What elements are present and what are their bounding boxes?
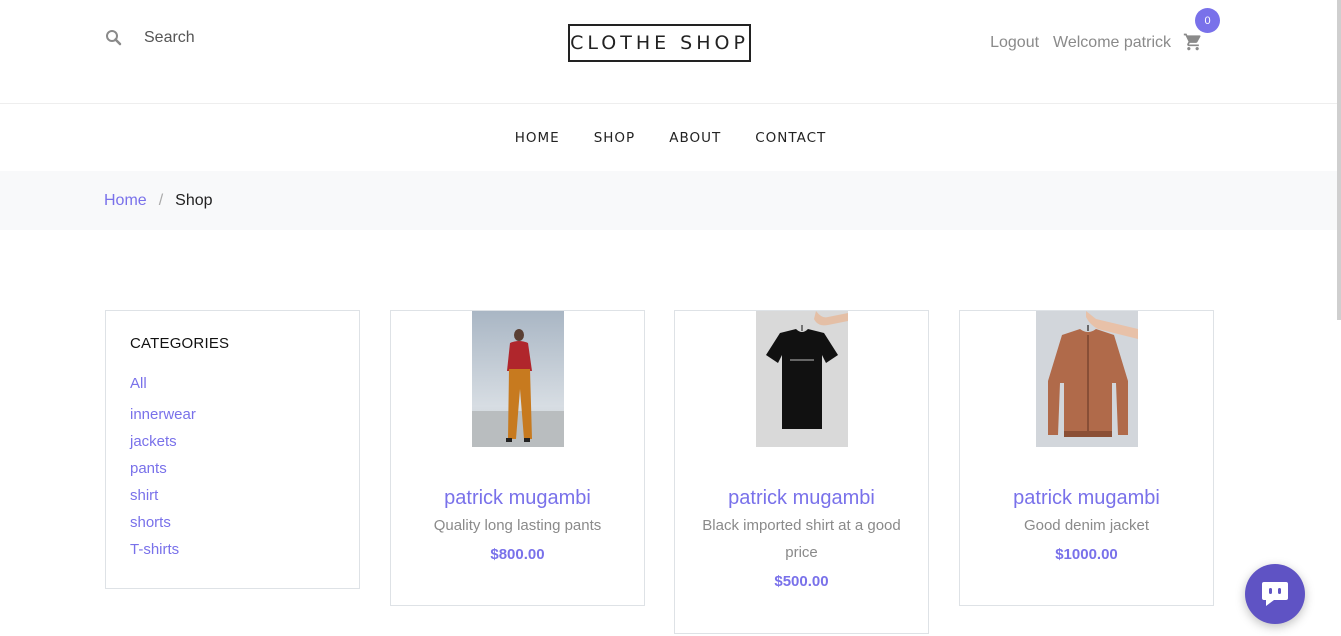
product-price: $500.00 — [774, 573, 829, 590]
product-name[interactable]: patrick mugambi — [391, 487, 644, 510]
site-header: CLOTHE SHOP Logout Welcome patrick 0 — [0, 0, 1341, 104]
categories-list: All innerwear jackets pants shirt shorts… — [130, 370, 335, 563]
search-icon[interactable] — [104, 28, 124, 48]
nav-about[interactable]: ABOUT — [669, 130, 721, 146]
chat-button[interactable] — [1245, 564, 1305, 624]
list-item: innerwear — [130, 401, 335, 428]
category-shorts[interactable]: shorts — [130, 514, 171, 531]
search-input[interactable] — [144, 29, 284, 47]
product-description: Black imported shirt at a good price — [702, 517, 901, 561]
product-price: $800.00 — [490, 546, 545, 563]
product-card: patrick mugambi Quality long lasting pan… — [390, 310, 645, 606]
category-pants[interactable]: pants — [130, 460, 167, 477]
categories-title: CATEGORIES — [130, 335, 230, 352]
product-description: Quality long lasting pants — [433, 517, 602, 534]
product-image-jacket[interactable] — [1035, 311, 1138, 447]
list-item: T-shirts — [130, 536, 335, 563]
categories-panel: CATEGORIES All innerwear jackets pants s… — [105, 310, 360, 589]
product-name[interactable]: patrick mugambi — [960, 487, 1213, 510]
search-bar — [104, 28, 284, 48]
product-price: $1000.00 — [1055, 546, 1118, 563]
logout-link[interactable]: Logout — [990, 34, 1039, 52]
cart-button[interactable]: 0 — [1183, 8, 1220, 54]
category-tshirts[interactable]: T-shirts — [130, 541, 179, 558]
breadcrumb-separator: / — [158, 191, 164, 209]
category-all[interactable]: All — [130, 375, 147, 392]
main-nav: HOME SHOP ABOUT CONTACT — [0, 105, 1341, 171]
welcome-text: Welcome patrick — [1053, 34, 1171, 51]
product-card: patrick mugambi Black imported shirt at … — [674, 310, 929, 634]
product-image-shirt[interactable] — [755, 311, 848, 447]
breadcrumb-current: Shop — [175, 191, 213, 209]
product-description: Good denim jacket — [1023, 517, 1150, 534]
product-name[interactable]: patrick mugambi — [675, 487, 928, 510]
cart-count-badge: 0 — [1195, 8, 1220, 33]
breadcrumb: Home / Shop — [0, 171, 1341, 230]
cart-icon — [1183, 33, 1201, 51]
category-shirt[interactable]: shirt — [130, 487, 158, 504]
product-card: patrick mugambi Good denim jacket $1000.… — [959, 310, 1214, 606]
nav-contact[interactable]: CONTACT — [755, 130, 826, 146]
list-item: shorts — [130, 509, 335, 536]
list-item: All — [130, 370, 335, 397]
nav-home[interactable]: HOME — [515, 130, 560, 146]
list-item: shirt — [130, 482, 335, 509]
category-jackets[interactable]: jackets — [130, 433, 177, 450]
category-innerwear[interactable]: innerwear — [130, 406, 196, 423]
nav-shop[interactable]: SHOP — [594, 130, 636, 146]
chat-icon — [1262, 582, 1288, 606]
breadcrumb-home[interactable]: Home — [104, 192, 147, 210]
list-item: jackets — [130, 428, 335, 455]
list-item: pants — [130, 455, 335, 482]
scrollbar[interactable] — [1337, 0, 1341, 320]
user-area: Logout Welcome patrick 0 — [990, 8, 1220, 54]
site-logo[interactable]: CLOTHE SHOP — [568, 24, 751, 62]
product-image-pants[interactable] — [471, 311, 564, 447]
